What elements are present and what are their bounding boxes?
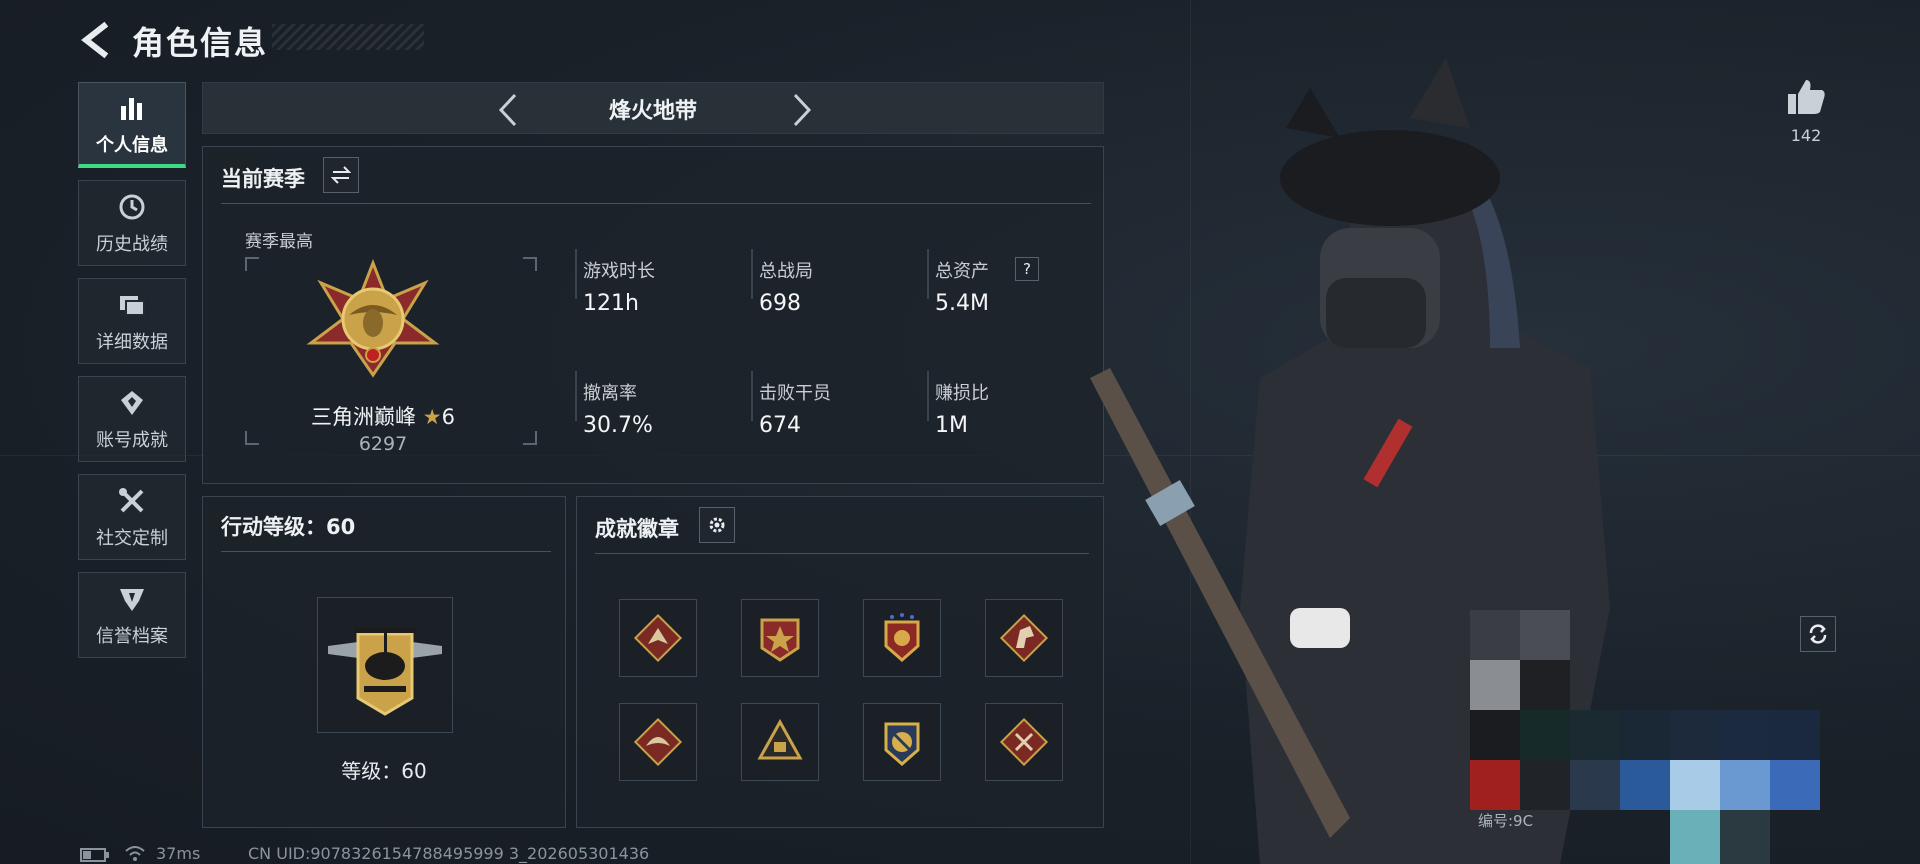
pyramid-badge-icon[interactable] (741, 703, 819, 781)
bar-chart-icon (115, 91, 149, 125)
next-mode-arrow-icon[interactable] (781, 91, 821, 129)
level-badge-frame (317, 597, 453, 733)
tools-badge-icon[interactable] (985, 703, 1063, 781)
tools-icon (115, 484, 149, 518)
ping-value: 37ms (156, 844, 201, 863)
mode-title: 烽火地带 (608, 99, 697, 124)
achievement-icon (115, 386, 149, 420)
operator-id-partial: 编号:9C (1478, 812, 1534, 830)
crest-badge-icon[interactable] (863, 703, 941, 781)
divider (221, 551, 551, 552)
achievements-panel: 成就徽章 (576, 496, 1104, 828)
stat-label: 撤离率 (583, 383, 637, 404)
frame-corner (245, 431, 259, 445)
sidebar-item-social-custom[interactable]: 社交定制 (78, 474, 186, 560)
sidebar-item-label: 信誉档案 (96, 626, 168, 647)
stat-accent-bar (575, 249, 577, 299)
swap-season-button[interactable] (323, 157, 359, 193)
stat-label: 总资产 (935, 261, 989, 282)
horse-badge-icon[interactable] (985, 599, 1063, 677)
uid-text: CN UID:9078326154788495999 3_20260530143… (248, 844, 650, 863)
sidebar-item-label: 个人信息 (96, 134, 168, 156)
season-title: 当前赛季 (221, 167, 305, 191)
stat-accent-bar (927, 249, 929, 299)
frame-corner (523, 257, 537, 271)
season-panel: 当前赛季 赛季最高 三角洲巅峰 ★6 6297 游戏时长 121h 总战局 69… (202, 146, 1104, 484)
stat-label: 总战局 (759, 261, 813, 282)
stat-value: 121h (583, 291, 639, 316)
star-icon: ★ (422, 405, 442, 429)
sidebar-item-label: 社交定制 (96, 528, 168, 549)
frame-corner (245, 257, 259, 271)
helicopter-badge-icon (328, 628, 442, 716)
stat-value: 674 (759, 413, 801, 438)
wifi-icon (125, 846, 145, 861)
sidebar-item-personal-info[interactable]: 个人信息 (78, 82, 186, 168)
level-title: 行动等级：60 (221, 515, 356, 539)
sidebar-item-detail-data[interactable]: 详细数据 (78, 278, 186, 364)
stat-value: 698 (759, 291, 801, 316)
sidebar-item-history[interactable]: 历史战绩 (78, 180, 186, 266)
rank-name-row: 三角洲巅峰 ★6 (263, 401, 503, 431)
divider (221, 203, 1091, 204)
clock-history-icon (115, 190, 149, 224)
divider (595, 553, 1089, 554)
mode-tab-bar: 烽火地带 (202, 82, 1104, 134)
swap-icon (331, 166, 351, 184)
sidebar-item-reputation[interactable]: 信誉档案 (78, 572, 186, 658)
battery-icon (80, 848, 109, 862)
achievements-settings-button[interactable] (699, 507, 735, 543)
stat-value: 5.4M (935, 291, 989, 316)
dragon-badge-icon[interactable] (619, 703, 697, 781)
stat-value: 1M (935, 413, 968, 438)
sidebar-item-label: 账号成就 (96, 430, 168, 451)
back-arrow-icon[interactable] (78, 20, 112, 60)
wolf-badge-icon[interactable] (619, 599, 697, 677)
frame-corner (523, 431, 537, 445)
sidebar-item-label: 历史战绩 (96, 234, 168, 255)
rank-stars: 6 (441, 405, 455, 429)
thumbs-up-icon[interactable] (1786, 78, 1826, 118)
sidebar-item-label: 详细数据 (96, 332, 168, 353)
title-decoration (272, 24, 424, 50)
shield-badge-icon[interactable] (863, 599, 941, 677)
rank-name: 三角洲巅峰 (311, 405, 417, 429)
stat-accent-bar (927, 371, 929, 421)
sidebar-item-achievements[interactable]: 账号成就 (78, 376, 186, 462)
level-panel[interactable]: 行动等级：60 等级：60 (202, 496, 566, 828)
rank-emblem-icon (306, 259, 440, 378)
stat-label: 击败干员 (759, 383, 831, 404)
star-cross-badge-icon[interactable] (741, 599, 819, 677)
stat-value: 30.7% (583, 413, 653, 438)
stat-accent-bar (751, 249, 753, 299)
rank-points: 6297 (358, 433, 408, 455)
season-best-label: 赛季最高 (245, 232, 313, 252)
achievements-title: 成就徽章 (595, 517, 679, 541)
reputation-icon (115, 582, 149, 616)
stat-label: 赚损比 (935, 383, 989, 404)
page-title: 角色信息 (132, 24, 269, 62)
stat-accent-bar (751, 371, 753, 421)
folders-icon (115, 288, 149, 322)
like-count: 142 (1790, 126, 1822, 145)
help-icon[interactable]: ? (1015, 257, 1039, 281)
stat-label: 游戏时长 (583, 261, 655, 282)
rotate-view-button[interactable] (1800, 616, 1836, 652)
gear-icon (709, 517, 725, 533)
refresh-icon (1809, 624, 1827, 644)
level-label: 等级：60 (341, 759, 427, 783)
stat-accent-bar (575, 371, 577, 421)
